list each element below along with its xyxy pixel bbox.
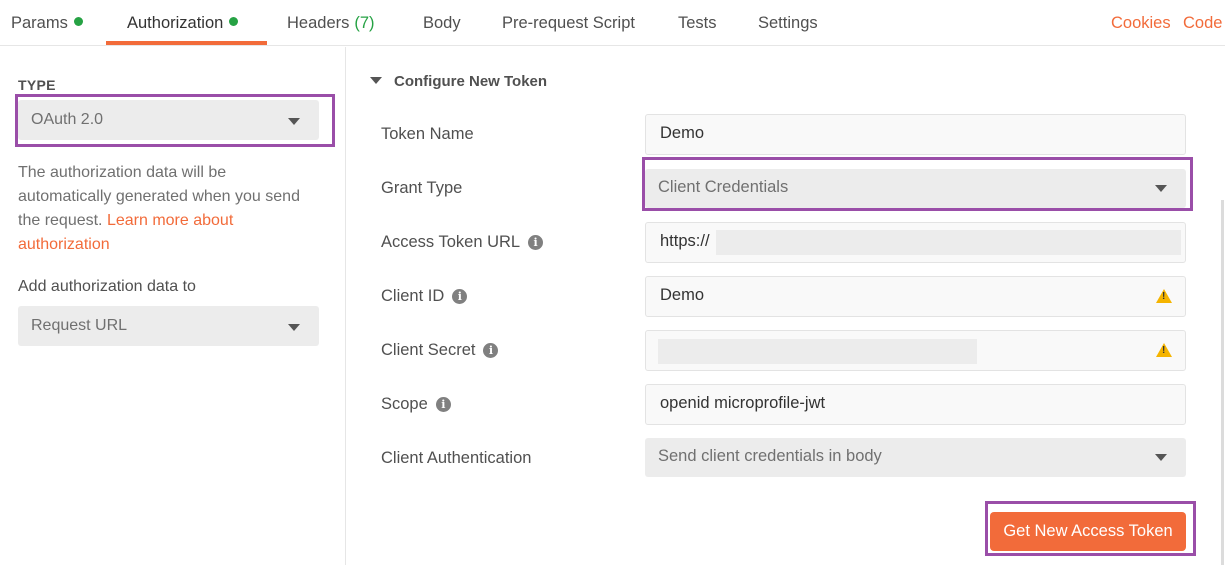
scope-value: openid microprofile-jwt	[660, 394, 826, 412]
token-name-label: Token Name	[381, 125, 474, 143]
tab-label: Authorization	[127, 14, 224, 32]
info-icon[interactable]: i	[435, 397, 451, 412]
field-label-text: Access Token URL	[381, 233, 521, 251]
tab-headers[interactable]: Headers (7)	[287, 14, 375, 33]
get-new-access-token-button[interactable]: Get New Access Token	[990, 512, 1186, 551]
chevron-down-icon	[288, 324, 300, 331]
status-dot-icon	[73, 17, 83, 26]
collapse-triangle-icon	[370, 77, 382, 84]
add-auth-value: Request URL	[31, 317, 128, 334]
warning-icon: !	[1156, 289, 1172, 303]
configure-token-toggle[interactable]: Configure New Token	[370, 73, 547, 90]
access-token-url-label: Access Token URL i	[381, 233, 544, 252]
code-link[interactable]: Code	[1183, 14, 1222, 33]
tab-pre-request-script[interactable]: Pre-request Script	[502, 14, 635, 33]
status-dot-icon	[229, 17, 239, 26]
tab-label: Params	[11, 14, 68, 32]
scrollbar[interactable]	[1221, 200, 1224, 565]
headers-count: (7)	[354, 14, 375, 32]
client-auth-select[interactable]: Send client credentials in body	[645, 438, 1186, 477]
add-auth-to-select[interactable]: Request URL	[18, 306, 319, 346]
tab-settings[interactable]: Settings	[758, 14, 818, 33]
chevron-down-icon	[288, 118, 300, 125]
type-label: TYPE	[18, 77, 56, 93]
tab-label: Tests	[678, 14, 717, 32]
auth-type-panel: TYPE OAuth 2.0 The authorization data wi…	[0, 47, 346, 565]
chevron-down-icon	[1155, 454, 1167, 461]
client-auth-label: Client Authentication	[381, 449, 532, 467]
grant-type-select[interactable]: Client Credentials	[645, 169, 1186, 208]
scope-label: Scope i	[381, 395, 451, 414]
tab-authorization[interactable]: Authorization	[127, 14, 239, 33]
client-id-label: Client ID i	[381, 287, 468, 306]
section-title: Configure New Token	[394, 73, 548, 90]
field-label-text: Client Secret	[381, 341, 476, 359]
access-token-url-input[interactable]: https://	[645, 222, 1186, 263]
tab-label: Body	[423, 14, 461, 32]
auth-type-select[interactable]: OAuth 2.0	[18, 100, 319, 140]
access-token-url-value: https://	[660, 232, 710, 250]
scope-input[interactable]: openid microprofile-jwt	[645, 384, 1186, 425]
token-name-value: Demo	[660, 124, 705, 142]
field-label-text: Client ID	[381, 287, 445, 305]
request-tabs: Params Authorization Headers (7) Body Pre…	[0, 0, 1225, 46]
grant-type-label: Grant Type	[381, 179, 463, 197]
tab-label: Settings	[758, 14, 818, 32]
tab-label: Pre-request Script	[502, 14, 635, 32]
chevron-down-icon	[1155, 185, 1167, 192]
tab-label: Headers	[287, 14, 350, 32]
active-tab-indicator	[106, 41, 267, 45]
grant-type-value: Client Credentials	[658, 178, 789, 196]
client-id-input[interactable]: Demo !	[645, 276, 1186, 317]
client-id-value: Demo	[660, 286, 705, 304]
tab-body[interactable]: Body	[423, 14, 461, 33]
cookies-link[interactable]: Cookies	[1111, 14, 1171, 33]
token-name-input[interactable]: Demo	[645, 114, 1186, 155]
warning-icon: !	[1156, 343, 1172, 357]
info-icon[interactable]: i	[483, 343, 499, 358]
tab-tests[interactable]: Tests	[678, 14, 717, 33]
auth-description: The authorization data will be automatic…	[18, 161, 318, 257]
field-label-text: Scope	[381, 395, 428, 413]
info-icon[interactable]: i	[452, 289, 468, 304]
redacted-area	[658, 339, 977, 364]
client-auth-value: Send client credentials in body	[658, 447, 882, 465]
auth-type-value: OAuth 2.0	[31, 111, 104, 128]
info-icon[interactable]: i	[528, 235, 544, 250]
tab-params[interactable]: Params	[11, 14, 83, 33]
add-auth-label: Add authorization data to	[18, 278, 196, 295]
redacted-area	[716, 230, 1181, 255]
client-secret-label: Client Secret i	[381, 341, 499, 360]
client-secret-input[interactable]: !	[645, 330, 1186, 371]
